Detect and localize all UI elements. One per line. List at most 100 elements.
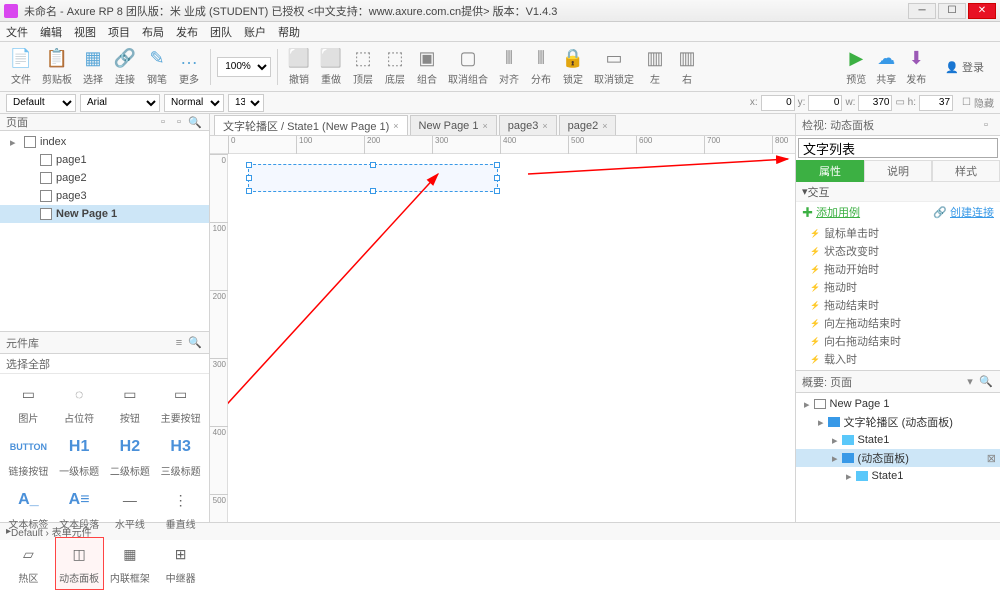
library-item-水平线[interactable]: —水平线 [106,484,155,535]
login-button[interactable]: 👤 登录 [945,59,984,75]
event-item[interactable]: 状态改变时 [796,242,1000,260]
toolbar-取消锁定[interactable]: ▭取消锁定 [590,45,638,88]
library-item-占位符[interactable]: ◌占位符 [55,378,104,429]
outline-item[interactable]: ▸(动态面板)⊠ [796,449,1000,467]
doc-tab[interactable]: New Page 1× [410,115,497,135]
close-button[interactable]: ✕ [968,3,996,19]
zoom-select[interactable]: 100% [217,57,271,77]
event-item[interactable]: 载入时 [796,350,1000,368]
page-tree-item[interactable]: page3 [0,187,209,205]
inspector-tab-属性[interactable]: 属性 [796,160,864,182]
toolbar-分布[interactable]: ⫴分布 [526,45,556,88]
page-tree-item[interactable]: page2 [0,169,209,187]
toolbar-更多[interactable]: …更多 [174,45,204,88]
toolbar-预览[interactable]: ▶预览 [845,47,867,86]
coord-y-input[interactable] [808,95,842,111]
tab-close-icon[interactable]: × [482,121,487,131]
coord-w-input[interactable] [858,95,892,111]
library-item-一级标题[interactable]: H1一级标题 [55,431,104,482]
toolbar-右[interactable]: ▥右 [672,45,702,88]
menu-文件[interactable]: 文件 [6,24,28,40]
toolbar-钢笔[interactable]: ✎钢笔 [142,45,172,88]
menu-账户[interactable]: 账户 [244,24,266,40]
widget-name-input[interactable] [798,138,998,158]
event-item[interactable]: 拖动时 [796,278,1000,296]
toolbar-发布[interactable]: ⬇发布 [905,47,927,86]
inspector-tab-样式[interactable]: 样式 [932,160,1000,182]
page-tree-item[interactable]: ▸index [0,133,209,151]
tab-close-icon[interactable]: × [393,121,398,131]
event-item[interactable]: 鼠标单击时 [796,224,1000,242]
toolbar-连接[interactable]: 🔗连接 [110,45,140,88]
create-link-link[interactable]: 🔗 创建连接 [933,204,994,220]
font-size-select[interactable]: 13 [228,94,264,112]
library-item-热区[interactable]: ▱热区 [4,537,53,590]
add-folder-icon[interactable]: ▫ [171,114,187,130]
lib-menu-icon[interactable]: ≡ [171,335,187,351]
outline-item[interactable]: ▸State1 [796,467,1000,485]
event-item[interactable]: 拖动开始时 [796,260,1000,278]
tab-close-icon[interactable]: × [602,121,607,131]
toolbar-底层[interactable]: ⬚底层 [380,45,410,88]
toolbar-文件[interactable]: 📄文件 [6,45,36,88]
coord-x-input[interactable] [761,95,795,111]
search-icon[interactable]: 🔍 [187,114,203,130]
lib-search-icon[interactable]: 🔍 [187,335,203,351]
toolbar-锁定[interactable]: 🔒锁定 [558,45,588,88]
doc-tab[interactable]: 文字轮播区 / State1 (New Page 1)× [214,115,408,135]
menu-布局[interactable]: 布局 [142,24,164,40]
toolbar-对齐[interactable]: ⫴对齐 [494,45,524,88]
library-item-垂直线[interactable]: ⋮垂直线 [156,484,205,535]
doc-tab[interactable]: page3× [499,115,557,135]
page-tree-item[interactable]: page1 [0,151,209,169]
font-select[interactable]: Arial [80,94,160,112]
toolbar-重做[interactable]: ⬜重做 [316,45,346,88]
hidden-checkbox-label[interactable]: 隐藏 [974,95,994,110]
library-item-三级标题[interactable]: H3三级标题 [156,431,205,482]
tab-close-icon[interactable]: × [542,121,547,131]
canvas[interactable] [228,154,795,522]
library-item-链接按钮[interactable]: BUTTON链接按钮 [4,431,53,482]
library-item-动态面板[interactable]: ◫动态面板 [55,537,104,590]
inspector-close-icon[interactable]: ▫ [978,117,994,133]
library-item-二级标题[interactable]: H2二级标题 [106,431,155,482]
menu-帮助[interactable]: 帮助 [278,24,300,40]
library-item-中继器[interactable]: ⊞中继器 [156,537,205,590]
outline-search-icon[interactable]: 🔍 [978,374,994,390]
event-item[interactable]: 向右拖动结束时 [796,332,1000,350]
outline-item[interactable]: ▸New Page 1 [796,395,1000,413]
toolbar-选择[interactable]: ▦选择 [78,45,108,88]
font-weight-select[interactable]: Normal [164,94,224,112]
toolbar-共享[interactable]: ☁共享 [875,47,897,86]
menu-发布[interactable]: 发布 [176,24,198,40]
library-item-主要按钮[interactable]: ▭主要按钮 [156,378,205,429]
coord-h-input[interactable] [919,95,953,111]
inspector-tab-说明[interactable]: 说明 [864,160,932,182]
menu-项目[interactable]: 项目 [108,24,130,40]
event-item[interactable]: 向左拖动结束时 [796,314,1000,332]
toolbar-剪贴板[interactable]: 📋剪贴板 [38,45,76,88]
toolbar-撤销[interactable]: ⬜撤销 [284,45,314,88]
toolbar-顶层[interactable]: ⬚顶层 [348,45,378,88]
widget-style-select[interactable]: Default [6,94,76,112]
outline-filter-icon[interactable]: ▾ [962,374,978,390]
menu-团队[interactable]: 团队 [210,24,232,40]
maximize-button[interactable]: ☐ [938,3,966,19]
toolbar-取消组合[interactable]: ▢取消组合 [444,45,492,88]
toolbar-组合[interactable]: ▣组合 [412,45,442,88]
library-item-按钮[interactable]: ▭按钮 [106,378,155,429]
doc-tab[interactable]: page2× [559,115,617,135]
minimize-button[interactable]: ─ [908,3,936,19]
page-tree-item[interactable]: New Page 1 [0,205,209,223]
library-filter[interactable]: 选择全部 [0,354,209,374]
toolbar-左[interactable]: ▥左 [640,45,670,88]
outline-item[interactable]: ▸文字轮播区 (动态面板) [796,413,1000,431]
menu-视图[interactable]: 视图 [74,24,96,40]
selected-widget[interactable] [248,164,498,192]
outline-item[interactable]: ▸State1 [796,431,1000,449]
add-case-link[interactable]: ✚ 添加用例 [802,204,860,220]
event-item[interactable]: 拖动结束时 [796,296,1000,314]
add-page-icon[interactable]: ▫ [155,114,171,130]
library-item-图片[interactable]: ▭图片 [4,378,53,429]
canvas-body[interactable]: 0100200300400500 [210,154,795,522]
